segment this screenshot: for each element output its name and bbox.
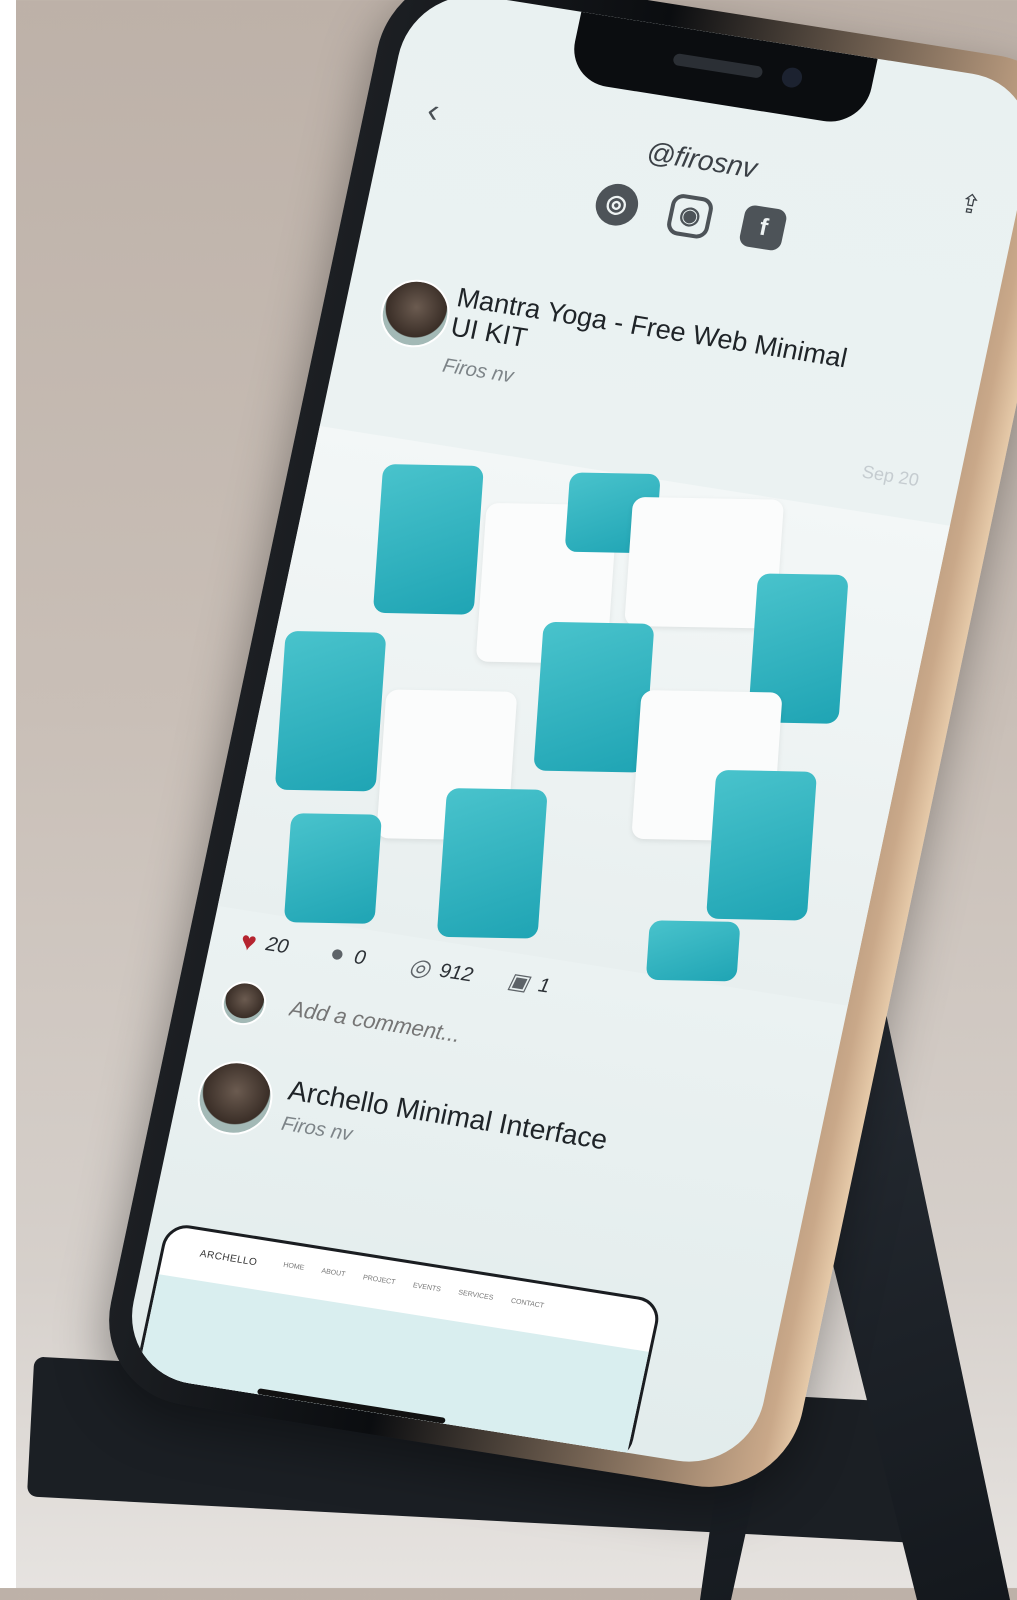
preview-nav-item: ABOUT	[320, 1267, 346, 1279]
bucket-icon[interactable]: ▣	[506, 968, 532, 997]
facebook-icon[interactable]: f	[738, 204, 789, 252]
shot-author[interactable]: Firos nv	[440, 355, 516, 389]
shot-author[interactable]: Firos nv	[279, 1113, 354, 1147]
comments-count: 0	[352, 945, 368, 969]
comment-icon[interactable]: ●	[327, 939, 348, 969]
preview-nav-item: HOME	[282, 1261, 305, 1272]
collage-tile	[283, 813, 382, 924]
shot-image[interactable]	[217, 425, 950, 1006]
collage-tile	[533, 621, 655, 773]
eye-icon: ◎	[406, 952, 433, 983]
collage-tile	[436, 788, 548, 939]
front-camera	[780, 66, 804, 89]
heart-icon[interactable]: ♥	[238, 925, 259, 958]
collage-tile	[274, 630, 387, 792]
preview-logo: ARCHELLO	[198, 1248, 259, 1269]
avatar[interactable]	[374, 274, 456, 353]
collage-tile	[645, 920, 741, 982]
shot-date: Sep 20	[860, 461, 921, 491]
preview-nav-item: SERVICES	[457, 1289, 494, 1302]
left-margin	[0, 0, 16, 1588]
likes-count: 20	[263, 933, 291, 959]
preview-nav-item: EVENTS	[412, 1282, 442, 1294]
instagram-icon[interactable]: ◉	[664, 192, 716, 241]
avatar[interactable]	[190, 1055, 280, 1141]
buckets-count: 1	[536, 973, 553, 998]
avatar	[217, 978, 271, 1029]
views-count: 912	[437, 959, 476, 987]
views-stat: ◎ 912	[406, 952, 476, 990]
preview-nav-item: PROJECT	[362, 1274, 396, 1287]
speaker	[672, 52, 764, 79]
comments-stat[interactable]: ● 0	[327, 939, 368, 972]
likes-stat[interactable]: ♥ 20	[238, 925, 292, 963]
collage-tile	[706, 769, 818, 921]
buckets-stat[interactable]: ▣ 1	[506, 968, 553, 1000]
shot-title[interactable]: Mantra Yoga - Free Web Minimal UI KIT	[448, 282, 875, 406]
dribbble-icon[interactable]: ◎	[591, 180, 642, 229]
preview-nav-item: CONTACT	[510, 1297, 545, 1310]
collage-tile	[372, 464, 484, 615]
